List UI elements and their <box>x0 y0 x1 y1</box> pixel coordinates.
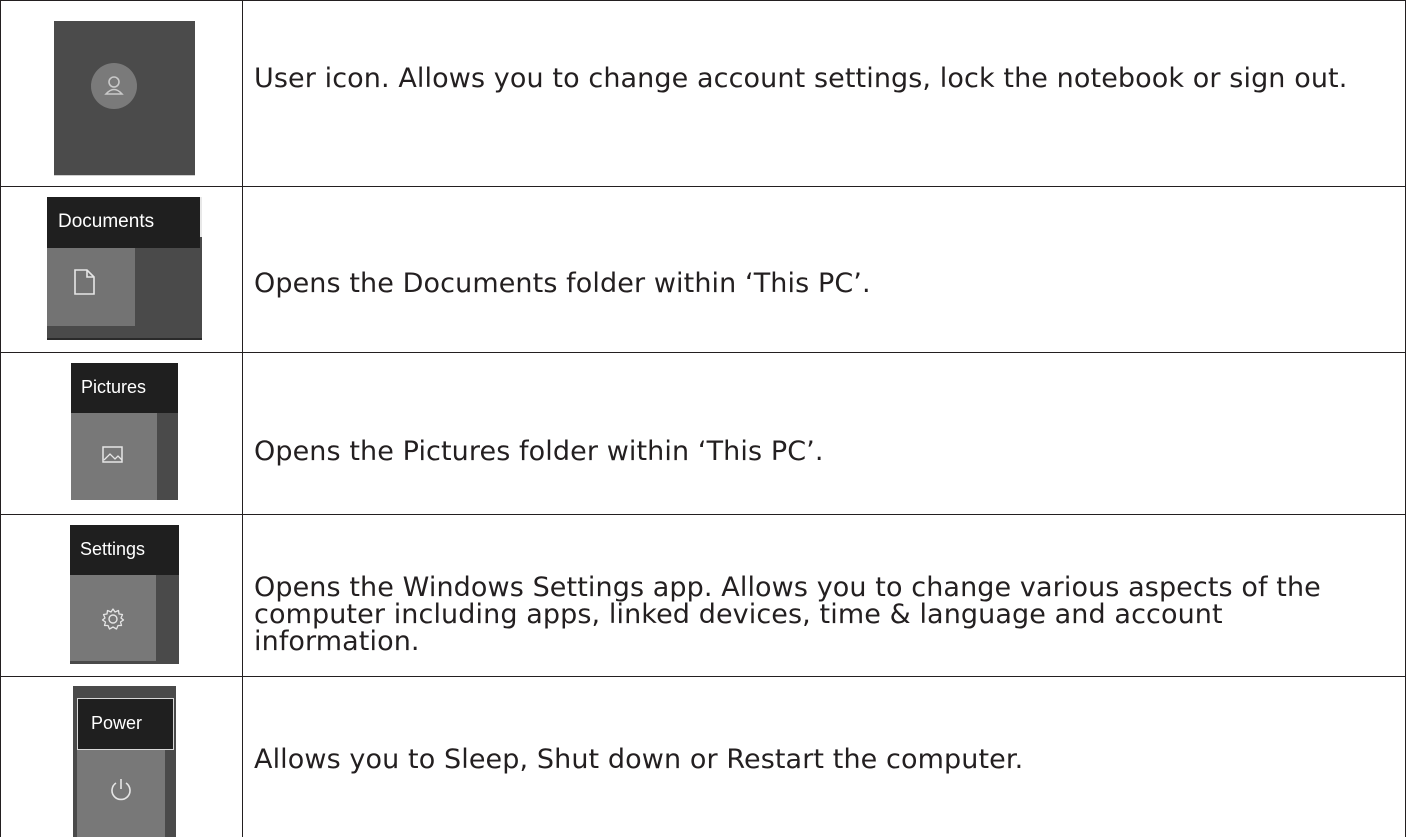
table-row: User icon. Allows you to change account … <box>0 0 1406 186</box>
settings-screenshot: Settings <box>70 525 179 664</box>
table-row: Power Allows you to Sleep, Shut down or … <box>0 676 1406 837</box>
power-icon <box>111 779 131 801</box>
table-row: Pictures Opens the Pictures folder withi… <box>0 352 1406 514</box>
power-tooltip: Power <box>77 698 174 750</box>
picture-icon <box>102 446 123 463</box>
settings-tooltip: Settings <box>70 525 179 575</box>
pictures-tooltip: Pictures <box>71 363 178 413</box>
power-screenshot: Power <box>73 686 176 837</box>
pictures-screenshot: Pictures <box>71 363 178 500</box>
row-description: Allows you to Sleep, Shut down or Restar… <box>254 744 1024 775</box>
user-icon <box>91 63 137 109</box>
document-icon <box>74 269 95 295</box>
row-description: Opens the Documents folder within ‘This … <box>254 268 871 299</box>
table-row: Settings Opens the Windows Settings app.… <box>0 514 1406 676</box>
row-description: Opens the Windows Settings app. Allows y… <box>254 572 1321 657</box>
user-screenshot <box>54 21 195 176</box>
row-description: User icon. Allows you to change account … <box>254 63 1348 94</box>
gear-icon <box>101 608 125 630</box>
documents-tooltip: Documents <box>47 197 200 248</box>
documents-screenshot: Documents <box>47 197 202 340</box>
table-row: Documents Opens the Documents folder wit… <box>0 186 1406 352</box>
row-description: Opens the Pictures folder within ‘This P… <box>254 436 824 467</box>
